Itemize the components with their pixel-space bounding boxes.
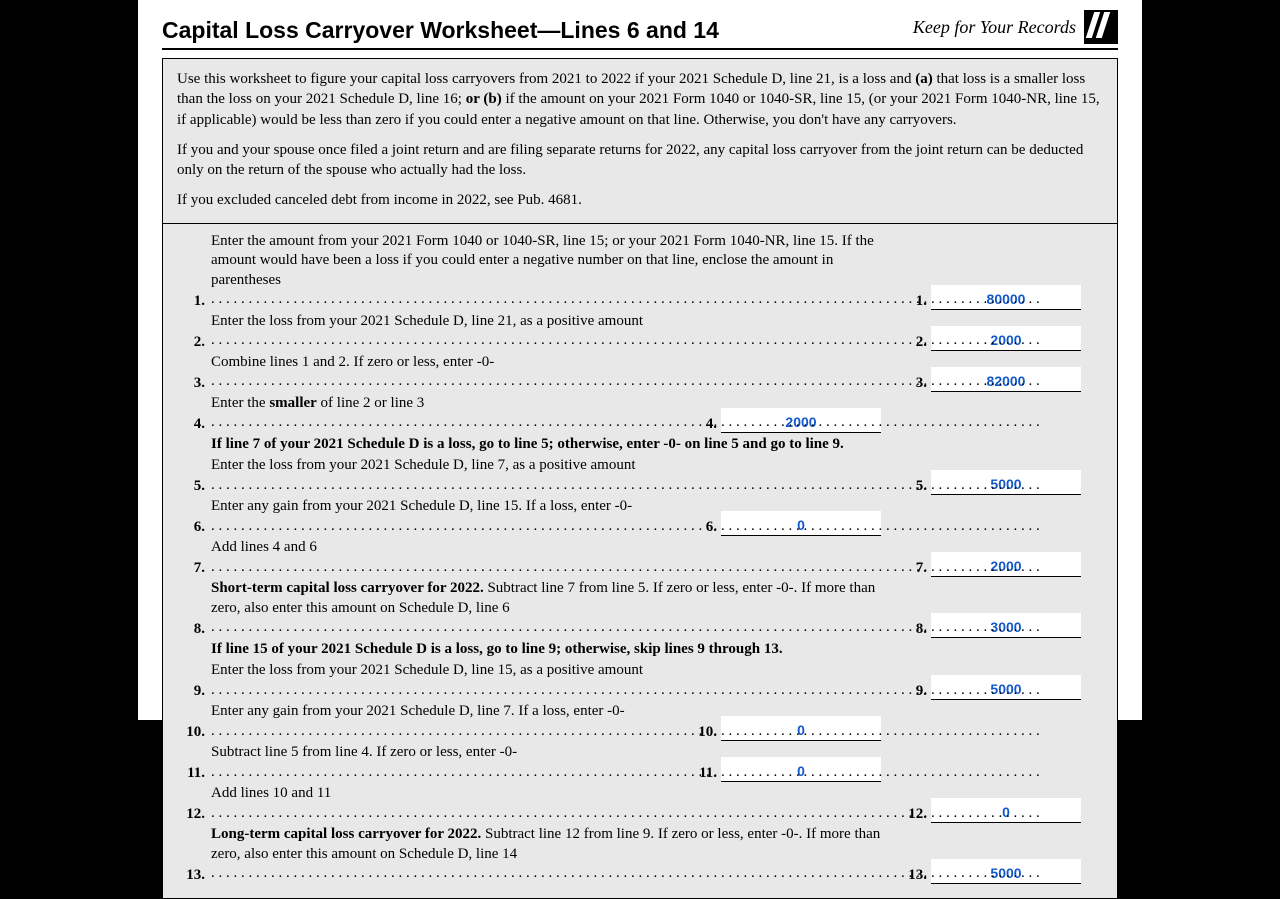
intro-p1: Use this worksheet to figure your capita… — [177, 69, 1103, 130]
worksheet-lines: 1. Enter the amount from your 2021 Form … — [163, 224, 1117, 898]
line-5: 5. Enter the loss from your 2021 Schedul… — [177, 456, 1103, 495]
instructions: Use this worksheet to figure your capita… — [163, 59, 1117, 224]
line-4: 4. Enter the smaller of line 2 or line 3… — [177, 394, 1103, 433]
line-7: 7. Add lines 4 and 6 7. 2000 — [177, 538, 1103, 577]
stage: Capital Loss Carryover Worksheet—Lines 6… — [0, 0, 1280, 720]
worksheet-page: Capital Loss Carryover Worksheet—Lines 6… — [138, 0, 1142, 720]
page-title: Capital Loss Carryover Worksheet—Lines 6… — [162, 17, 719, 44]
hint-after-8: If line 15 of your 2021 Schedule D is a … — [177, 640, 1103, 660]
keep-text: Keep for Your Records — [913, 17, 1076, 38]
keep-for-records: Keep for Your Records — [913, 10, 1118, 44]
line-10: 10. Enter any gain from your 2021 Schedu… — [177, 702, 1103, 741]
worksheet-frame: Use this worksheet to figure your capita… — [162, 58, 1118, 899]
intro-p2: If you and your spouse once filed a join… — [177, 140, 1103, 181]
intro-p3: If you excluded canceled debt from incom… — [177, 190, 1103, 210]
header: Capital Loss Carryover Worksheet—Lines 6… — [162, 10, 1118, 50]
line-2: 2. Enter the loss from your 2021 Schedul… — [177, 312, 1103, 351]
pencil-icon — [1084, 10, 1118, 44]
line-1: 1. Enter the amount from your 2021 Form … — [177, 232, 1103, 310]
hint-after-4: If line 7 of your 2021 Schedule D is a l… — [177, 435, 1103, 455]
line-11: 11. Subtract line 5 from line 4. If zero… — [177, 743, 1103, 782]
line-9: 9. Enter the loss from your 2021 Schedul… — [177, 661, 1103, 700]
line-8: 8. Short-term capital loss carryover for… — [177, 579, 1103, 638]
line-6: 6. Enter any gain from your 2021 Schedul… — [177, 497, 1103, 536]
line-3: 3. Combine lines 1 and 2. If zero or les… — [177, 353, 1103, 392]
line-13: 13. Long-term capital loss carryover for… — [177, 825, 1103, 884]
line-12: 12. Add lines 10 and 11 12. 0 — [177, 784, 1103, 823]
